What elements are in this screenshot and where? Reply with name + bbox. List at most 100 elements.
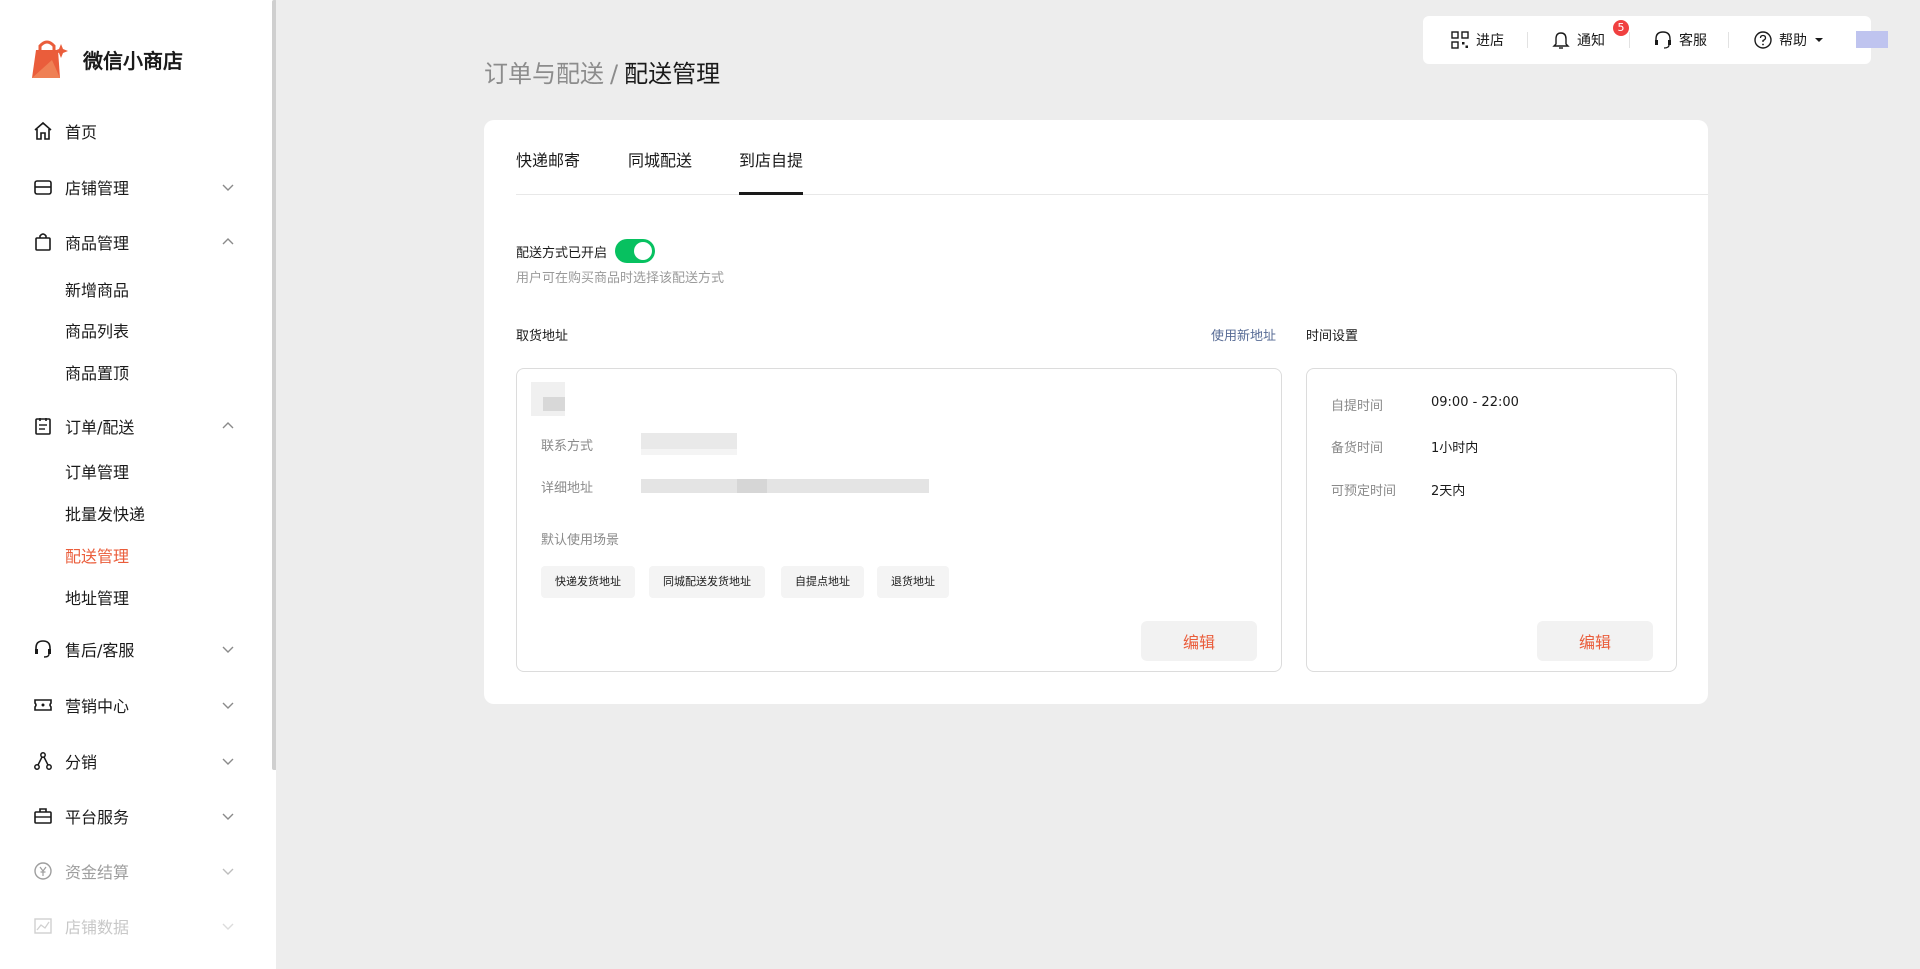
page-title: 配送管理	[624, 60, 721, 88]
avatar[interactable]	[1856, 31, 1888, 48]
toggle-description: 用户可在购买商品时选择该配送方式	[516, 271, 725, 286]
sidebar-item-label: 订单/配送	[65, 418, 135, 437]
breadcrumb-parent[interactable]: 订单与配送	[484, 60, 604, 88]
sidebar-scrollbar[interactable]	[272, 0, 276, 770]
chevron-down-icon	[222, 758, 234, 765]
caret-down-icon	[1815, 38, 1823, 42]
sidebar-item-label: 营销中心	[65, 697, 130, 716]
shop-bag-logo-icon	[28, 38, 68, 80]
chevron-down-icon	[222, 868, 234, 875]
active-tab-indicator	[739, 192, 803, 195]
redacted-pixel	[543, 397, 565, 411]
store-icon	[32, 176, 54, 198]
yuan-icon	[32, 860, 54, 882]
headset-icon	[32, 638, 54, 660]
sidebar-subitem-goods-pin[interactable]: 商品置顶	[65, 359, 129, 389]
toolbar-divider	[1629, 32, 1630, 48]
qrcode-icon	[1451, 31, 1469, 49]
pickup-address-title: 取货地址	[516, 329, 569, 344]
customer-service-label: 客服	[1679, 33, 1707, 49]
redacted-pixel	[641, 449, 737, 455]
reservable-time-value: 2天内	[1431, 484, 1466, 499]
sidebar-item-label: 平台服务	[65, 808, 130, 827]
help-label: 帮助	[1779, 33, 1807, 49]
reservable-time-label: 可预定时间	[1331, 484, 1397, 499]
breadcrumb: 订单与配送 / 配送管理	[484, 54, 720, 89]
tag-pickup-point-address: 自提点地址	[781, 566, 864, 598]
tab-local-delivery[interactable]: 同城配送	[628, 147, 692, 171]
question-icon	[1754, 31, 1772, 49]
default-scenario-label: 默认使用场景	[541, 533, 620, 548]
sidebar-item-platform[interactable]: 平台服务	[0, 796, 272, 836]
sidebar-subitem-address-manage[interactable]: 地址管理	[65, 584, 129, 614]
app-logo[interactable]: 微信小商店	[28, 38, 183, 80]
edit-time-button[interactable]: 编辑	[1537, 621, 1653, 661]
breadcrumb-separator: /	[610, 60, 619, 88]
sidebar-item-label: 分销	[65, 753, 98, 772]
enter-store-label: 进店	[1476, 33, 1504, 49]
customer-service-button[interactable]: 客服	[1653, 28, 1707, 52]
prep-time-label: 备货时间	[1331, 441, 1384, 456]
tab-self-pickup[interactable]: 到店自提	[739, 147, 803, 171]
clipboard-icon	[32, 415, 54, 437]
edit-address-button[interactable]: 编辑	[1141, 621, 1257, 661]
sidebar-item-label: 店铺数据	[65, 918, 130, 937]
delivery-toggle-row: 配送方式已开启	[516, 239, 656, 263]
notify-count-badge: 5	[1613, 20, 1629, 36]
sidebar-item-aftersale[interactable]: 售后/客服	[0, 629, 272, 669]
toolbar-divider	[1527, 32, 1528, 48]
tag-local-delivery-address: 同城配送发货地址	[649, 566, 765, 598]
prep-time-value: 1小时内	[1431, 441, 1479, 456]
sidebar-item-orders[interactable]: 订单/配送	[0, 406, 272, 446]
detail-address-redacted	[641, 479, 929, 493]
bell-icon	[1552, 32, 1570, 49]
time-settings-title: 时间设置	[1306, 329, 1359, 344]
sidebar-item-store[interactable]: 店铺管理	[0, 167, 272, 207]
chevron-up-icon	[222, 238, 234, 245]
pickup-time-label: 自提时间	[1331, 399, 1384, 414]
chevron-down-icon	[222, 923, 234, 930]
sidebar: 微信小商店 首页 店铺管理 商品管理 新增商品 商品列表 商品置顶 订单/配送 …	[0, 0, 276, 969]
contact-value-redacted	[641, 433, 737, 449]
sidebar-item-goods[interactable]: 商品管理	[0, 222, 272, 262]
tab-express[interactable]: 快递邮寄	[516, 147, 580, 171]
redacted-pixel	[737, 479, 767, 493]
chevron-down-icon	[222, 702, 234, 709]
sidebar-item-data[interactable]: 店铺数据	[0, 906, 272, 946]
sidebar-subitem-new-goods[interactable]: 新增商品	[65, 276, 129, 306]
chevron-down-icon	[222, 646, 234, 653]
home-icon	[32, 120, 54, 142]
notify-button[interactable]: 通知 5	[1551, 20, 1629, 52]
share-icon	[32, 750, 54, 772]
sidebar-item-label: 店铺管理	[65, 179, 130, 198]
use-new-address-link[interactable]: 使用新地址	[1211, 325, 1276, 344]
delivery-enable-toggle[interactable]	[615, 239, 656, 263]
toggle-label: 配送方式已开启	[516, 245, 608, 261]
sidebar-item-label: 商品管理	[65, 234, 130, 253]
tag-express-address: 快递发货地址	[541, 566, 635, 598]
sidebar-item-marketing[interactable]: 营销中心	[0, 685, 272, 725]
enter-store-button[interactable]: 进店	[1450, 28, 1504, 52]
headset-icon	[1655, 31, 1671, 49]
app-name: 微信小商店	[83, 48, 183, 73]
bag-icon	[32, 231, 54, 253]
notify-label: 通知	[1577, 33, 1605, 49]
sidebar-subitem-batch-express[interactable]: 批量发快递	[65, 500, 145, 530]
sidebar-subitem-delivery-manage[interactable]: 配送管理	[65, 542, 129, 572]
sidebar-item-label: 售后/客服	[65, 641, 135, 660]
time-settings-card: 自提时间 09:00 - 22:00 备货时间 1小时内 可预定时间 2天内 编…	[1306, 368, 1677, 672]
chart-icon	[32, 915, 54, 937]
pickup-address-card: 联系方式 详细地址 默认使用场景 快递发货地址 同城配送发货地址 自提点地址 退…	[516, 368, 1282, 672]
sidebar-item-label: 首页	[65, 123, 98, 142]
top-toolbar: 进店 通知 5 客服 帮助	[1423, 16, 1871, 64]
pickup-time-value: 09:00 - 22:00	[1431, 395, 1519, 410]
sidebar-subitem-order-manage[interactable]: 订单管理	[65, 458, 129, 488]
chevron-down-icon	[222, 813, 234, 820]
sidebar-subitem-goods-list[interactable]: 商品列表	[65, 317, 129, 347]
sidebar-item-finance[interactable]: 资金结算	[0, 851, 272, 891]
sidebar-item-distribution[interactable]: 分销	[0, 741, 272, 781]
help-dropdown[interactable]: 帮助	[1753, 28, 1825, 52]
sidebar-item-label: 资金结算	[65, 863, 130, 882]
sidebar-item-home[interactable]: 首页	[0, 111, 272, 151]
toolbar-divider	[1728, 32, 1729, 48]
